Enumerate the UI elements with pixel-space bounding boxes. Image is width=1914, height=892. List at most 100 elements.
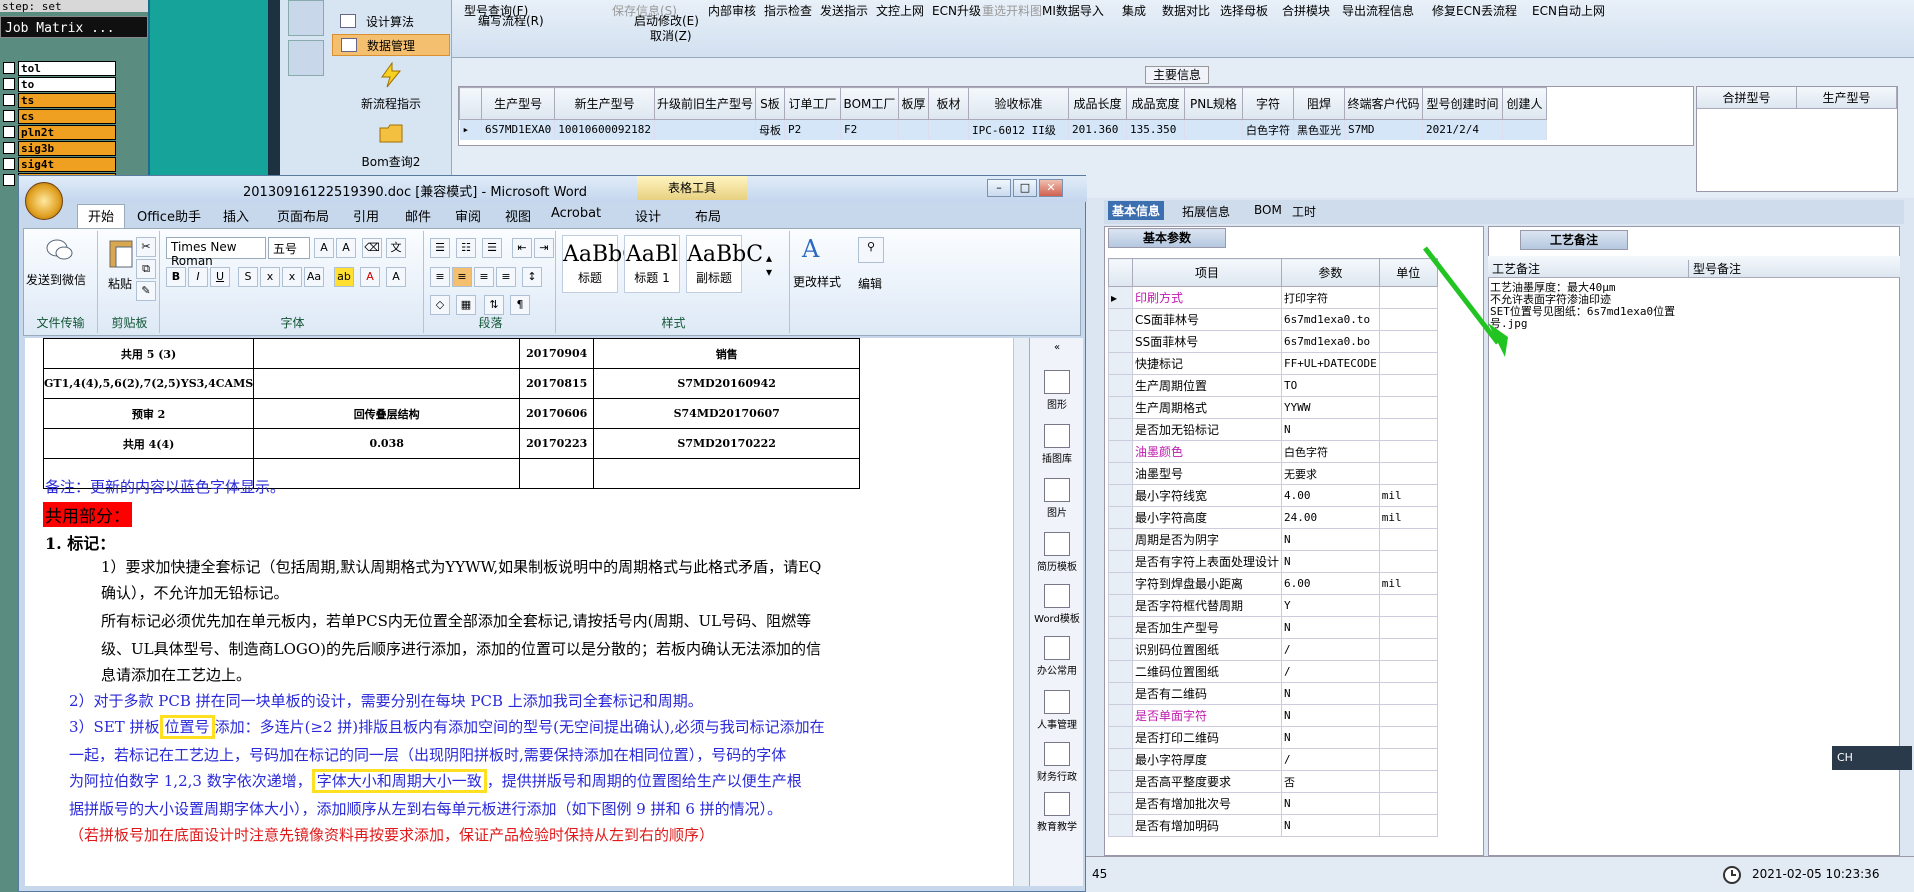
format-painter-icon[interactable]: ✎	[136, 281, 156, 301]
layer-checkbox[interactable]	[3, 158, 15, 170]
info-tab[interactable]: BOM	[1254, 203, 1282, 217]
param-row[interactable]: ▸ 印刷方式 打印字符	[1108, 286, 1438, 309]
gallery-item[interactable]: 财务行政	[1032, 742, 1082, 783]
toolbar-item[interactable]: 发送指示	[820, 2, 868, 19]
column-header[interactable]: 创建人	[1501, 87, 1547, 120]
shading-icon[interactable]: ◇	[430, 295, 450, 315]
maximize-button[interactable]: □	[1013, 179, 1037, 197]
gallery-item[interactable]: 图形	[1032, 370, 1082, 411]
toolbar-subitem[interactable]: 取消(Z)	[650, 27, 692, 44]
ribbon-tab[interactable]: Office助手	[137, 206, 201, 225]
toolbar-item[interactable]: 合拼模块	[1282, 2, 1330, 19]
column-header[interactable]: 升级前旧生产型号	[653, 87, 756, 120]
param-row[interactable]: 最小字符高度 24.00 mil	[1108, 506, 1438, 529]
craft-note-title[interactable]: 工艺备注	[1520, 230, 1628, 250]
column-header[interactable]: 生产型号	[480, 87, 556, 120]
vertical-scrollbar[interactable]	[1013, 338, 1029, 886]
layer-row[interactable]: to	[0, 76, 148, 92]
highlight-icon[interactable]: ab	[334, 267, 354, 287]
column-header[interactable]: 验收标准	[967, 87, 1069, 120]
job-matrix-title[interactable]: Job Matrix ...	[0, 16, 148, 38]
new-flow-button[interactable]: 新流程指示	[332, 61, 450, 112]
gallery-item[interactable]: 图片	[1032, 478, 1082, 519]
shrink-font-icon[interactable]: A	[336, 238, 356, 258]
cut-icon[interactable]: ✂	[136, 237, 156, 257]
param-row[interactable]: CS面菲林号 6s7md1exa0.to	[1108, 308, 1438, 331]
param-row[interactable]: 二维码位置图纸 /	[1108, 660, 1438, 683]
paste-button[interactable]: 粘贴	[108, 275, 132, 292]
toolbar-item[interactable]: 修复ECN丢流程	[1432, 2, 1517, 19]
italic-icon[interactable]: I	[188, 267, 208, 287]
phonetic-icon[interactable]: 文	[386, 238, 406, 258]
column-header[interactable]: 字符	[1241, 87, 1294, 120]
column-header[interactable]: 订单工厂	[783, 87, 841, 120]
layer-checkbox[interactable]	[3, 174, 15, 186]
toolbar-item[interactable]: MI数据导入	[1042, 2, 1104, 19]
info-tab[interactable]: 工时	[1292, 203, 1316, 220]
column-header[interactable]: 新生产型号	[554, 87, 655, 120]
layer-row[interactable]: ts	[0, 92, 148, 108]
underline-icon[interactable]: U	[210, 267, 230, 287]
document-page[interactable]: 共用 5 (3) 20170904 销售 GT1,4(4),5,6(2),7(2,5)…	[25, 338, 1025, 886]
param-row[interactable]: 油墨颜色 白色字符	[1108, 440, 1438, 463]
toolbar-item[interactable]: 重选开料图	[982, 2, 1042, 19]
param-row[interactable]: 生产周期位置 TO	[1108, 374, 1438, 397]
align-right-icon[interactable]: ≡	[474, 267, 494, 287]
gallery-item[interactable]: 教育教学	[1032, 792, 1082, 833]
toolbar-subitem[interactable]: 编写流程(R)	[478, 12, 544, 29]
layer-row[interactable]: pln2t	[0, 124, 148, 140]
param-row[interactable]: 是否字符框代替周期 Y	[1108, 594, 1438, 617]
show-marks-icon[interactable]: ¶	[510, 295, 530, 315]
param-row[interactable]: 是否加生产型号 N	[1108, 616, 1438, 639]
layer-row[interactable]: sig4t	[0, 156, 148, 172]
ribbon-tab[interactable]: 视图	[505, 206, 531, 225]
ribbon-tab[interactable]: 插入	[223, 206, 249, 225]
collapse-icon[interactable]: «	[1032, 342, 1082, 353]
column-header[interactable]: S板	[754, 87, 785, 120]
line-spacing-icon[interactable]: ↕	[522, 267, 542, 287]
layer-row[interactable]: tol	[0, 60, 148, 76]
param-row[interactable]: 是否高平整度要求否	[1108, 770, 1438, 793]
sort-icon[interactable]: ⇅	[484, 295, 504, 315]
layer-checkbox[interactable]	[3, 62, 15, 74]
edit-button[interactable]: 编辑	[858, 275, 882, 292]
param-row[interactable]: 是否单面字符 N	[1108, 704, 1438, 727]
ribbon-tab[interactable]: Acrobat	[551, 206, 601, 221]
ribbon-tab[interactable]: 邮件	[405, 206, 431, 225]
font-size-combo[interactable]: 五号	[268, 237, 310, 259]
column-header[interactable]: 板厚	[897, 87, 929, 120]
ribbon-tab[interactable]: 设计	[635, 206, 661, 225]
bold-icon[interactable]: B	[166, 267, 186, 287]
style-item[interactable]: AaBbC 副标题	[686, 235, 763, 293]
layer-checkbox[interactable]	[3, 126, 15, 138]
layer-row[interactable]: sig3b	[0, 140, 148, 156]
layer-checkbox[interactable]	[3, 110, 15, 122]
align-center-icon[interactable]: ≡	[452, 267, 472, 287]
increase-indent-icon[interactable]: ⇥	[534, 238, 554, 258]
column-header[interactable]: PNL规格	[1183, 87, 1243, 120]
toolbar-item[interactable]: ECN自动上网	[1532, 2, 1605, 19]
column-header[interactable]: 合拼型号	[1697, 87, 1797, 108]
toolbar-item[interactable]: ECN升级	[932, 2, 981, 19]
font-color-icon[interactable]: A	[360, 267, 380, 287]
char-shading-icon[interactable]: A	[386, 267, 406, 287]
gallery-item[interactable]: 插图库	[1032, 424, 1082, 465]
param-row[interactable]: 字符到焊盘最小距离 6.00 mil	[1108, 572, 1438, 595]
column-header[interactable]: 成品宽度	[1125, 87, 1185, 120]
change-styles-button[interactable]: 更改样式	[790, 273, 844, 290]
ribbon-tab[interactable]: 布局	[695, 206, 721, 225]
param-row[interactable]: 是否打印二维码 N	[1108, 726, 1438, 749]
justify-icon[interactable]: ≡	[496, 267, 516, 287]
nav-item-design-algo[interactable]: 设计算法	[332, 10, 450, 32]
numbering-icon[interactable]: ☷	[456, 238, 476, 258]
minimize-button[interactable]: –	[987, 179, 1011, 197]
table-row[interactable]: ▸ 6S7MD1EXA0 10010600092182 母板 P2 F2 IPC-6012 …	[459, 119, 1547, 140]
column-header[interactable]: 成品长度	[1067, 87, 1127, 120]
column-header[interactable]: 板材	[927, 87, 969, 120]
layer-checkbox[interactable]	[3, 142, 15, 154]
align-left-icon[interactable]: ≡	[430, 267, 450, 287]
bom-query-button[interactable]: Bom查询2	[332, 120, 450, 170]
param-row[interactable]: 是否加无铅标记 N	[1108, 418, 1438, 441]
param-row[interactable]: 是否有增加批次号 N	[1108, 792, 1438, 815]
grow-font-icon[interactable]: A	[314, 238, 334, 258]
